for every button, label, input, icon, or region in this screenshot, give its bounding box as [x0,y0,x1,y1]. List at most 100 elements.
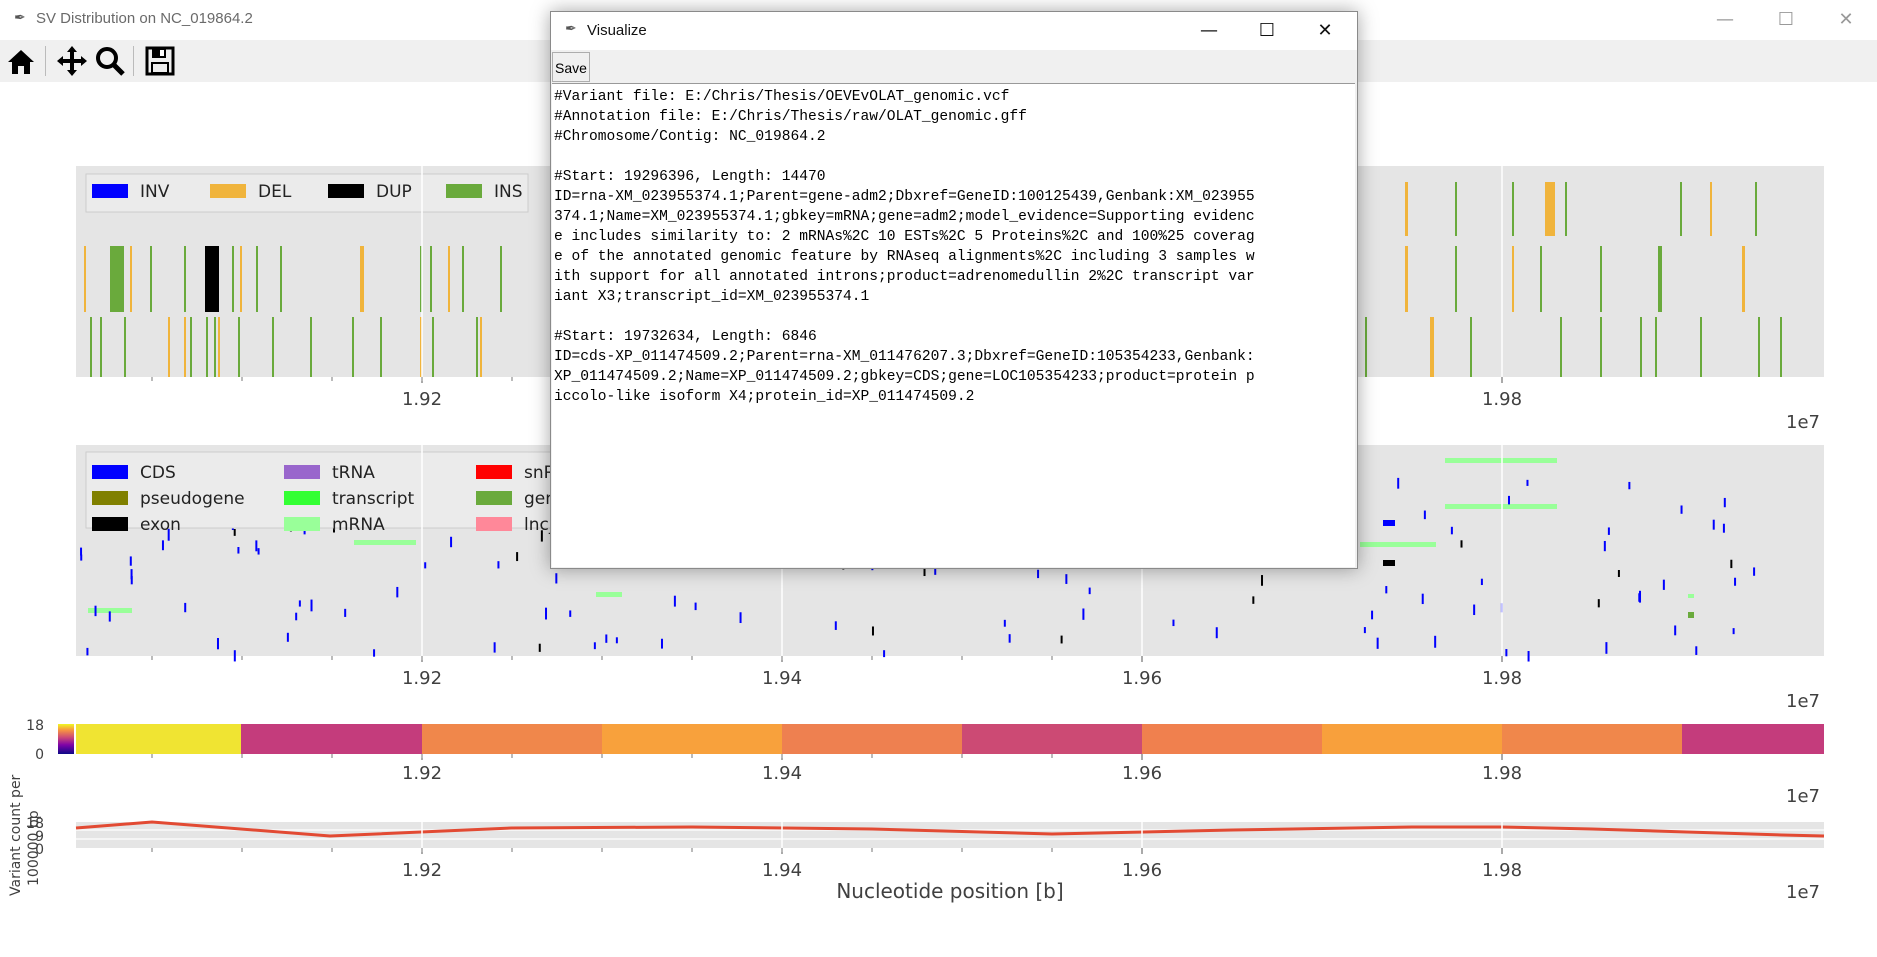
sv-legend-swatch [328,184,364,198]
annotation-tick-mark [1527,651,1530,662]
sv-mark-ins [1700,317,1702,377]
annotation-tick-mark [1421,593,1424,605]
sv-mark-ins [1655,317,1657,377]
sv-mark-ins [90,317,92,377]
annotation-tick-mark [1397,477,1400,489]
annotation-tick-mark [1460,540,1463,548]
dialog-close-button[interactable]: ✕ [1297,12,1353,50]
sv-mark-ins [1540,246,1542,312]
annotation-tick-mark [1172,619,1175,627]
x-tick-label: 1.98 [1482,668,1522,689]
sv-mark-ins [1600,317,1602,377]
heatmap-bin [241,724,422,754]
pan-icon[interactable] [55,44,89,78]
sv-mark-ins [214,317,216,377]
x-tick-label: 1.92 [402,763,442,784]
sv-legend-swatch [210,184,246,198]
annotation-legend-swatch [476,517,512,531]
sv-mark-del [480,317,482,377]
x-tick-label: 1.94 [762,860,802,881]
annotation-feature [1360,542,1436,547]
annotation-tick-mark [1434,635,1437,648]
annotation-exponent-label: 1e7 [1786,691,1820,712]
annotation-tick-mark [1753,567,1756,576]
x-tick-label: 1.92 [402,860,442,881]
dialog-minimize-button[interactable]: — [1181,12,1237,50]
y-axis-label-line2: 100000 bp [26,810,42,886]
annotation-tick-mark [923,568,926,577]
heatmap-bin [1322,724,1502,754]
annotation-tick-mark [673,595,676,607]
sv-mark-del [1512,246,1514,312]
maximize-button[interactable]: ☐ [1758,0,1814,40]
annotation-tick-mark [233,529,236,536]
annotation-tick-mark [497,561,500,569]
annotation-legend-label: tRNA [332,463,375,483]
annotation-tick-mark [1008,634,1011,643]
annotation-tick-mark [605,634,608,643]
dialog-text-area[interactable]: #Variant file: E:/Chris/Thesis/OEVEvOLAT… [552,83,1355,567]
close-button[interactable]: ✕ [1818,0,1874,40]
sv-legend-label: DUP [376,182,412,202]
sv-mark-ins [1600,246,1602,312]
heatmap-bin [962,724,1142,754]
sv-mark-ins [1455,182,1457,236]
sv-mark-del [1405,246,1408,312]
annotation-tick-mark [1628,481,1631,490]
sv-mark-ins [1512,182,1514,236]
annotation-legend-swatch [92,491,128,505]
annotation-tick-mark [569,610,572,617]
annotation-tick-mark [1065,574,1068,584]
annotation-tick-mark [883,650,886,658]
save-icon[interactable] [143,44,177,78]
sv-mark-ins [476,317,478,377]
annotation-feature [354,540,416,545]
sv-legend-label: INV [140,182,170,202]
annotation-tick-mark [1605,642,1608,654]
annotation-tick-mark [1003,619,1006,627]
annotation-legend-label: pseudogene [140,489,245,509]
annotation-tick-mark [593,642,596,650]
sv-mark-del [1742,246,1745,312]
sv-mark-del [1405,182,1408,236]
annotation-tick-mark [1723,497,1726,508]
sv-exponent-label: 1e7 [1786,412,1820,433]
sv-mark-del [360,246,364,312]
annotation-tick-mark [1450,526,1453,535]
sv-mark-ins [1365,317,1367,377]
heatmap-bin [1682,724,1824,754]
sv-mark-del [1430,317,1434,377]
x-tick-label: 1.98 [1482,389,1522,410]
annotation-tick-mark [615,637,618,644]
annotation-legend-swatch [92,517,128,531]
annotation-tick-mark [216,637,219,650]
heatmap-bin [76,724,241,754]
annotation-tick-mark [1060,635,1063,644]
annotation-tick-mark [396,586,399,598]
annotation-tick-mark [298,600,301,607]
sv-mark-ins [238,317,240,377]
annotation-legend-swatch [284,491,320,505]
annotation-legend-swatch [476,491,512,505]
annotation-tick-mark [1722,523,1725,533]
annotation-tick-mark [1603,540,1606,552]
dialog-maximize-button[interactable]: ☐ [1239,12,1295,50]
minimize-button[interactable]: — [1697,0,1753,40]
home-icon[interactable] [4,44,38,78]
annotation-tick-mark [1385,586,1388,594]
heatmap-bin [1142,724,1322,754]
annotation-tick-mark [373,649,376,657]
zoom-icon[interactable] [93,44,127,78]
sv-mark-del [218,317,220,377]
annotation-feature [1688,612,1694,618]
x-tick-label: 1.96 [1122,668,1162,689]
sv-legend-label: DEL [258,182,292,202]
dialog-save-button[interactable]: Save [552,52,590,82]
sv-mark-del [130,246,132,312]
annotation-tick-mark [1505,649,1508,657]
sv-mark-ins [280,246,282,312]
dialog-titlebar[interactable]: ✒ Visualize — ☐ ✕ [551,12,1357,50]
sv-mark-del [1710,182,1712,236]
annotation-tick-mark [834,621,837,630]
sv-mark-ins [432,317,434,377]
